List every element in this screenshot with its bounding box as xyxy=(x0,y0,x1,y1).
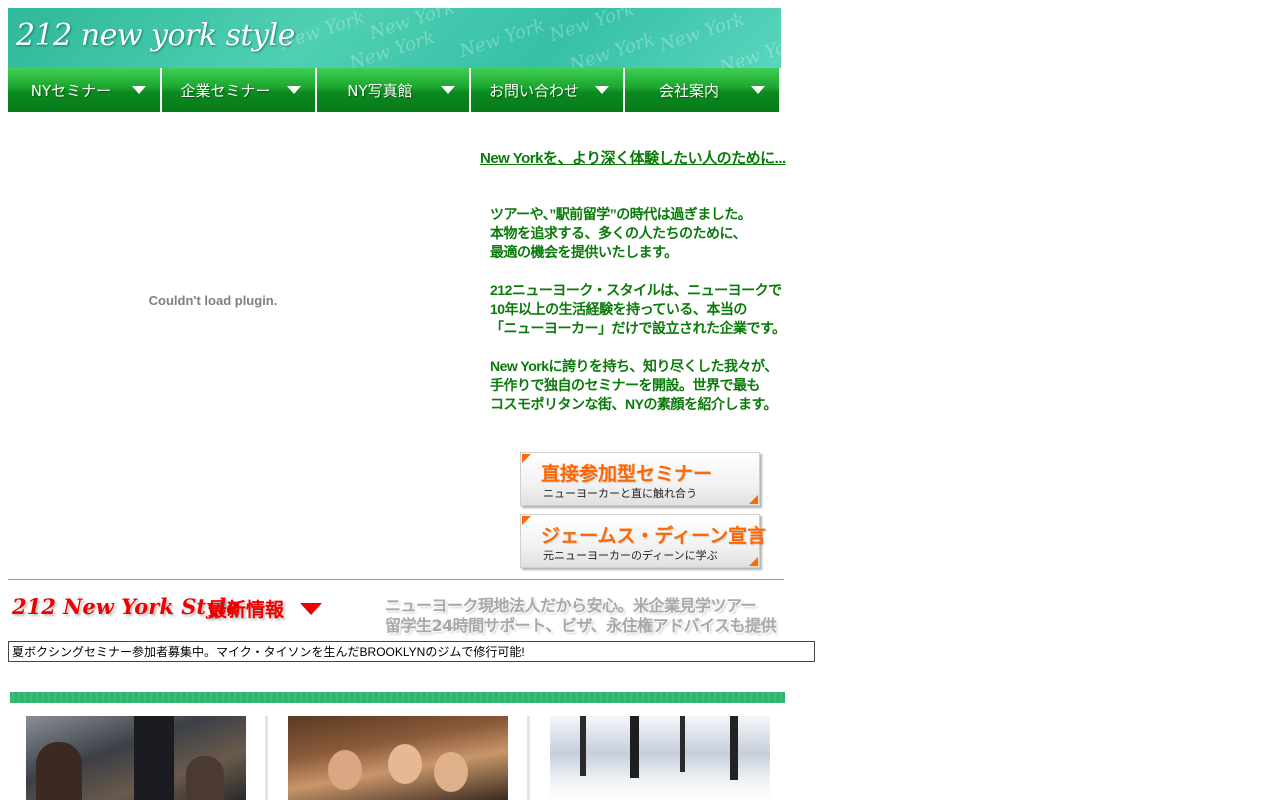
intro-paragraph: New Yorkに誇りを持ち、知り尽くした我々が、 手作りで独自のセミナーを開設… xyxy=(490,357,790,414)
site-logo: 212 new york style xyxy=(16,18,295,53)
triangle-down-icon xyxy=(287,86,301,94)
intro-line: 212ニューヨーク・スタイルは、ニューヨークで xyxy=(490,282,782,298)
intro-line: 「ニューヨーカー」だけで設立された企業です。 xyxy=(490,320,786,336)
intro-line: 手作りで独自のセミナーを開設。世界で最も xyxy=(490,377,761,393)
news-promo: ニューヨーク現地法人だから安心。米企業見学ツアー 留学生24時間サポート、ビザ、… xyxy=(385,596,777,636)
corner-triangle-icon xyxy=(522,516,531,525)
promo-line: 留学生24時間サポート、ビザ、永住権アドバイスも提供 xyxy=(385,616,777,635)
green-bar-divider xyxy=(10,692,785,703)
nav-item-company-info[interactable]: 会社案内 xyxy=(625,68,779,112)
button-subtitle: ニューヨーカーと直に触れ合う xyxy=(543,487,697,500)
corner-triangle-icon xyxy=(749,495,758,504)
triangle-down-icon xyxy=(751,86,765,94)
plugin-placeholder[interactable]: Couldn't load plugin. xyxy=(8,140,418,460)
intro-line: 本物を追求する、多くの人たちのために、 xyxy=(490,225,747,241)
photo-separator xyxy=(527,716,530,800)
main-nav: NYセミナー 企業セミナー NY写真館 お問い合わせ 会社案内 xyxy=(8,68,781,112)
triangle-down-icon xyxy=(132,86,146,94)
james-dean-button[interactable]: ジェームス・ディーン宣言 元ニューヨーカーのディーンに学ぶ xyxy=(520,514,766,568)
news-ticker[interactable]: 夏ボクシングセミナー参加者募集中。マイク・タイソンを生んだBROOKLYNのジム… xyxy=(8,641,815,662)
photo-separator xyxy=(265,716,268,800)
plugin-error-message: Couldn't load plugin. xyxy=(148,292,278,308)
snow-park-photo[interactable] xyxy=(550,716,770,800)
section-divider xyxy=(8,579,784,580)
corner-triangle-icon xyxy=(522,454,531,463)
banner-watermark: New York xyxy=(716,30,781,68)
boxing-gym-photo[interactable] xyxy=(26,716,246,800)
intro-line: 最適の機会を提供いたします。 xyxy=(490,244,678,260)
nav-item-label: 会社案内 xyxy=(658,81,719,100)
news-logo: 212 New York Style xyxy=(12,594,240,619)
group-photo[interactable] xyxy=(288,716,508,800)
ticker-text: 夏ボクシングセミナー参加者募集中。マイク・タイソンを生んだBROOKLYNのジム… xyxy=(12,645,525,659)
nav-item-label: NYセミナー xyxy=(30,81,112,100)
intro-line: New Yorkに誇りを持ち、知り尽くした我々が、 xyxy=(490,358,778,374)
intro-line: コスモポリタンな街、NYの素顔を紹介します。 xyxy=(490,396,778,412)
nav-item-ny-seminar[interactable]: NYセミナー xyxy=(8,68,162,112)
triangle-down-icon xyxy=(300,603,322,615)
header-banner[interactable]: New York New York New York New York New … xyxy=(8,8,781,68)
triangle-down-icon xyxy=(441,86,455,94)
tagline: New Yorkを、より深く体験したい人のために... xyxy=(480,150,786,167)
intro-paragraph: 212ニューヨーク・スタイルは、ニューヨークで 10年以上の生活経験を持っている… xyxy=(490,281,790,338)
news-title: 最新情報 xyxy=(208,599,285,621)
button-title: ジェームス・ディーン宣言 xyxy=(541,525,767,547)
nav-item-label: お問い合わせ xyxy=(488,81,579,100)
nav-item-label: 企業セミナー xyxy=(180,81,271,100)
intro-paragraph: ツアーや、”駅前留学”の時代は過ぎました。 本物を追求する、多くの人たちのために… xyxy=(490,205,790,262)
banner-watermark: New York xyxy=(656,8,748,57)
nav-item-label: NY写真館 xyxy=(347,81,413,100)
triangle-down-icon xyxy=(595,86,609,94)
intro-line: ツアーや、”駅前留学”の時代は過ぎました。 xyxy=(490,206,752,222)
nav-item-corporate-seminar[interactable]: 企業セミナー xyxy=(162,68,317,112)
nav-item-contact[interactable]: お問い合わせ xyxy=(471,68,625,112)
intro-text: ツアーや、”駅前留学”の時代は過ぎました。 本物を追求する、多くの人たちのために… xyxy=(490,205,790,433)
intro-line: 10年以上の生活経験を持っている、本当の xyxy=(490,301,747,317)
promo-line: ニューヨーク現地法人だから安心。米企業見学ツアー xyxy=(385,596,757,615)
button-subtitle: 元ニューヨーカーのディーンに学ぶ xyxy=(543,549,718,562)
corner-triangle-icon xyxy=(749,557,758,566)
button-title: 直接参加型セミナー xyxy=(541,463,713,485)
nav-item-ny-photos[interactable]: NY写真館 xyxy=(317,68,471,112)
page: New York New York New York New York New … xyxy=(0,0,1280,800)
banner-watermark: New York xyxy=(456,14,548,63)
direct-seminar-button[interactable]: 直接参加型セミナー ニューヨーカーと直に触れ合う xyxy=(520,452,760,506)
